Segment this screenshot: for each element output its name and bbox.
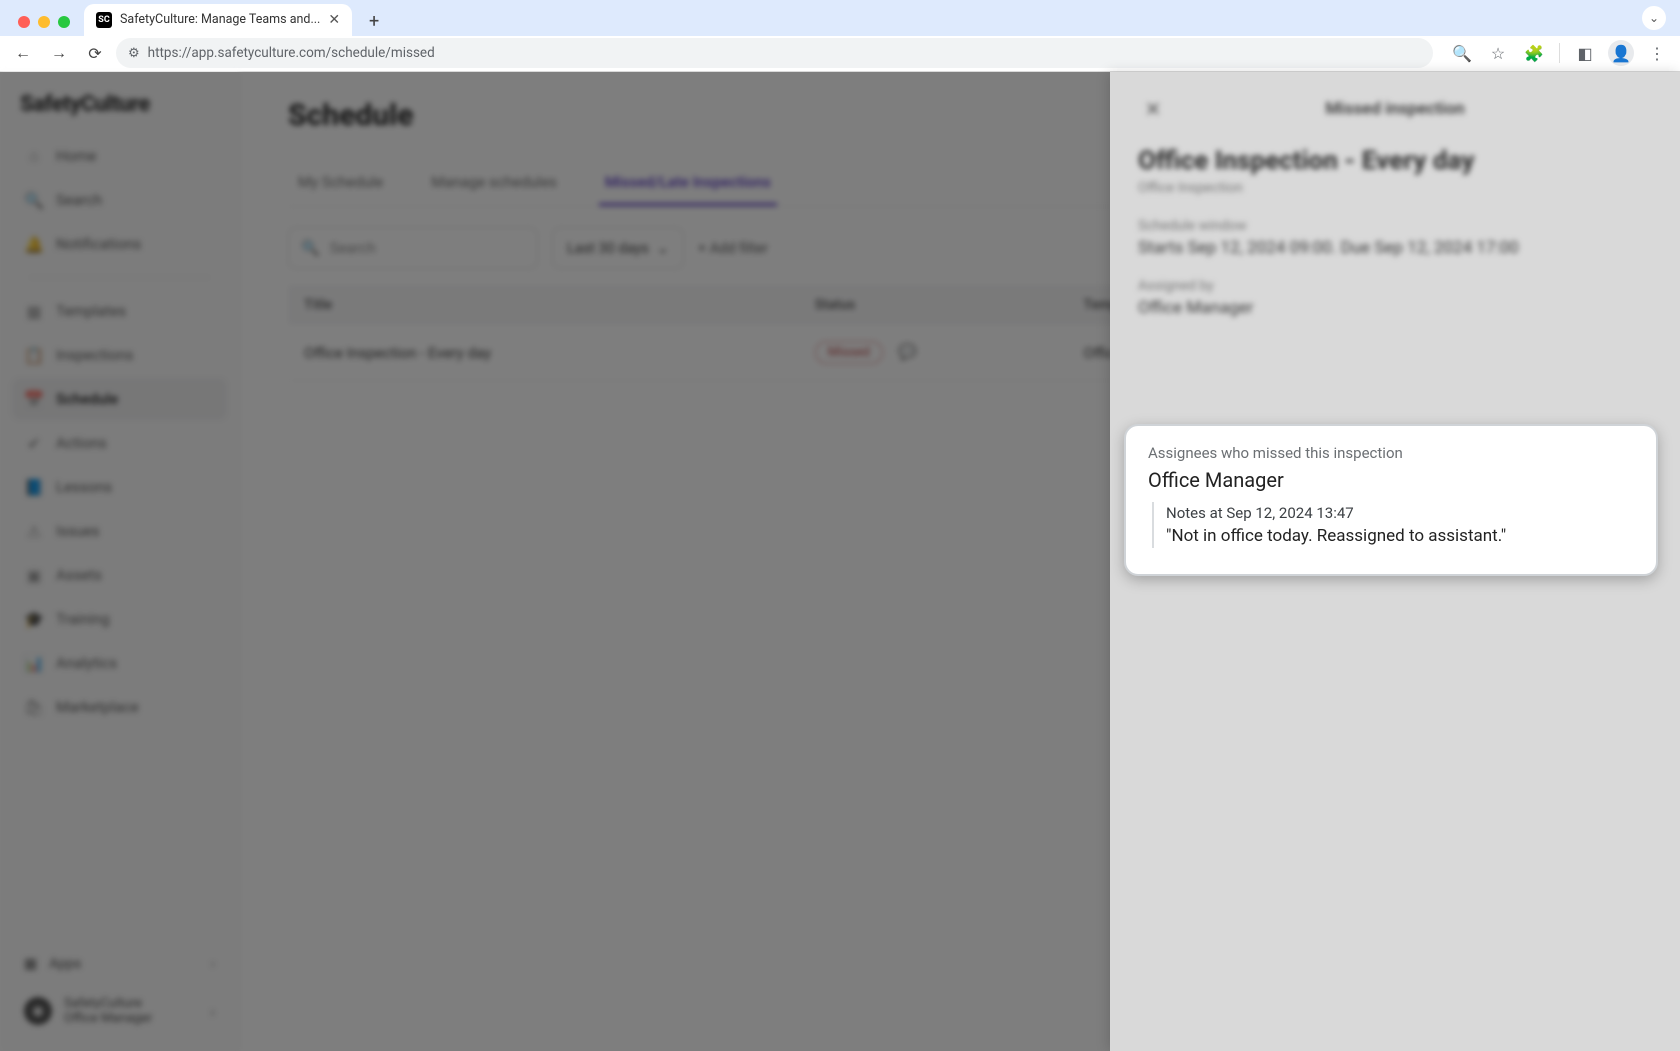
maximize-window-icon[interactable] (58, 16, 70, 28)
assignee-name: Office Manager (1148, 468, 1634, 492)
separator (1559, 43, 1560, 63)
browser-tab[interactable]: SC SafetyCulture: Manage Teams and... ✕ (84, 4, 352, 36)
tab-close-icon[interactable]: ✕ (328, 12, 340, 28)
close-window-icon[interactable] (18, 16, 30, 28)
note-timestamp: Notes at Sep 12, 2024 13:47 (1166, 504, 1634, 522)
minimize-window-icon[interactable] (38, 16, 50, 28)
kebab-menu-icon[interactable]: ⋮ (1642, 38, 1672, 68)
browser-chrome: SC SafetyCulture: Manage Teams and... ✕ … (0, 0, 1680, 72)
profile-button[interactable]: 👤 (1606, 38, 1636, 68)
address-bar[interactable]: ⚙ https://app.safetyculture.com/schedule… (116, 38, 1433, 68)
site-info-icon[interactable]: ⚙ (128, 46, 140, 61)
new-tab-button[interactable]: + (360, 8, 388, 36)
back-button[interactable]: ← (8, 38, 38, 68)
reload-button[interactable]: ⟳ (80, 38, 110, 68)
tab-title: SafetyCulture: Manage Teams and... (120, 12, 320, 27)
url-text: https://app.safetyculture.com/schedule/m… (148, 45, 435, 61)
favicon-icon: SC (96, 12, 112, 28)
forward-button[interactable]: → (44, 38, 74, 68)
toolbar: ← → ⟳ ⚙ https://app.safetyculture.com/sc… (0, 36, 1680, 72)
tabs-overflow-icon[interactable]: ⌄ (1642, 6, 1666, 30)
note-text: "Not in office today. Reassigned to assi… (1166, 526, 1634, 546)
bookmark-icon[interactable]: ☆ (1483, 38, 1513, 68)
avatar-icon: 👤 (1608, 40, 1634, 66)
card-label: Assignees who missed this inspection (1148, 444, 1634, 462)
app: SafetyCulture ⌂Home 🔍Search 🔔Notificatio… (0, 72, 1680, 1051)
tab-strip: SC SafetyCulture: Manage Teams and... ✕ … (0, 0, 1680, 36)
extensions-icon[interactable]: 🧩 (1519, 38, 1549, 68)
sidepanel-icon[interactable]: ◧ (1570, 38, 1600, 68)
zoom-icon[interactable]: 🔍 (1447, 38, 1477, 68)
toolbar-right: 🔍 ☆ 🧩 ◧ 👤 ⋮ (1447, 38, 1672, 68)
window-controls[interactable] (18, 16, 70, 28)
assignee-missed-card: Assignees who missed this inspection Off… (1124, 424, 1658, 576)
note-block: Notes at Sep 12, 2024 13:47 "Not in offi… (1152, 502, 1634, 548)
